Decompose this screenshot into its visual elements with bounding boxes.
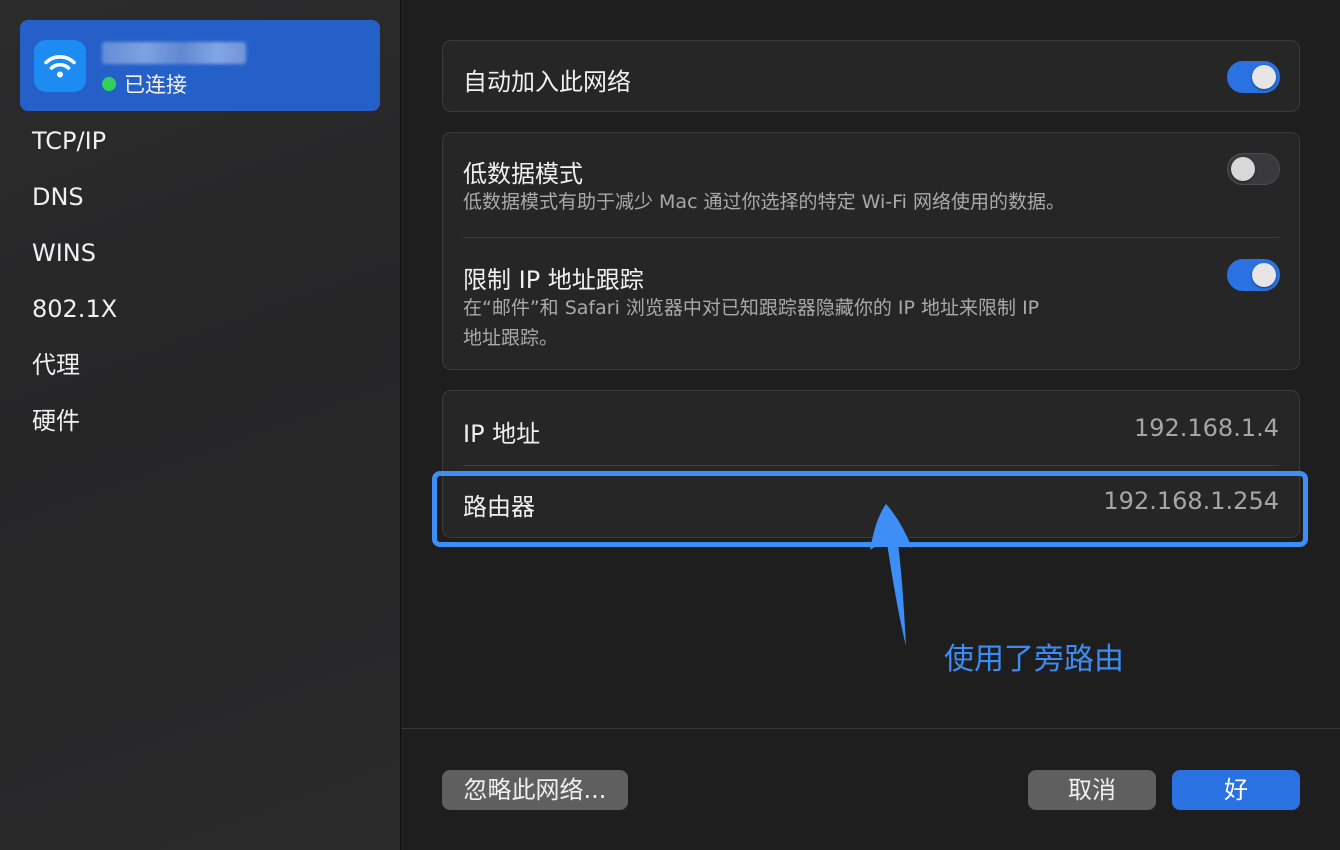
divider: [463, 465, 1279, 466]
low-data-label: 低数据模式: [463, 160, 583, 188]
privacy-panel: 低数据模式 低数据模式有助于减少 Mac 通过你选择的特定 Wi-Fi 网络使用…: [442, 132, 1300, 370]
auto-join-toggle[interactable]: [1227, 61, 1280, 93]
limit-ip-description-line1: 在“邮件”和 Safari 浏览器中对已知跟踪器隐藏你的 IP 地址来限制 IP: [463, 297, 1040, 319]
connected-dot-icon: [102, 77, 116, 91]
router-label: 路由器: [463, 493, 535, 521]
toggle-knob: [1252, 263, 1276, 287]
limit-ip-toggle[interactable]: [1227, 259, 1280, 291]
divider: [463, 237, 1279, 238]
low-data-toggle[interactable]: [1227, 153, 1280, 185]
annotation-text: 使用了旁路由: [944, 642, 1124, 677]
sidebar-item-dns[interactable]: DNS: [32, 172, 117, 228]
auto-join-panel: 自动加入此网络: [442, 40, 1300, 112]
sidebar-item-wins[interactable]: WINS: [32, 228, 117, 284]
wifi-icon: [34, 40, 86, 92]
ip-address-label: IP 地址: [463, 420, 541, 448]
connection-status: 已连接: [102, 69, 187, 99]
router-value: 192.168.1.254: [1103, 487, 1279, 515]
low-data-description: 低数据模式有助于减少 Mac 通过你选择的特定 Wi-Fi 网络使用的数据。: [463, 191, 1065, 213]
forget-network-button[interactable]: 忽略此网络...: [442, 770, 628, 810]
auto-join-label: 自动加入此网络: [463, 68, 631, 96]
sidebar-item-hardware[interactable]: 硬件: [32, 396, 117, 452]
cancel-button[interactable]: 取消: [1028, 770, 1156, 810]
wifi-network-card[interactable]: 已连接: [20, 20, 380, 111]
network-name-redacted: [102, 42, 246, 64]
footer-divider: [402, 728, 1340, 729]
sidebar-item-tcpip[interactable]: TCP/IP: [32, 116, 117, 172]
limit-ip-description-line2: 地址跟踪。: [463, 327, 559, 349]
sidebar-nav: TCP/IP DNS WINS 802.1X 代理 硬件: [32, 116, 117, 452]
network-info-panel: IP 地址 192.168.1.4 路由器 192.168.1.254: [442, 390, 1300, 538]
sidebar-item-8021x[interactable]: 802.1X: [32, 284, 117, 340]
connection-status-text: 已连接: [124, 73, 187, 97]
limit-ip-label: 限制 IP 地址跟踪: [463, 266, 644, 294]
sidebar: 已连接 TCP/IP DNS WINS 802.1X 代理 硬件: [0, 0, 401, 850]
toggle-knob: [1231, 157, 1255, 181]
toggle-knob: [1252, 65, 1276, 89]
settings-main: 自动加入此网络 低数据模式 低数据模式有助于减少 Mac 通过你选择的特定 Wi…: [402, 0, 1340, 850]
ok-button[interactable]: 好: [1172, 770, 1300, 810]
sidebar-item-proxy[interactable]: 代理: [32, 340, 117, 396]
ip-address-value: 192.168.1.4: [1133, 414, 1279, 442]
